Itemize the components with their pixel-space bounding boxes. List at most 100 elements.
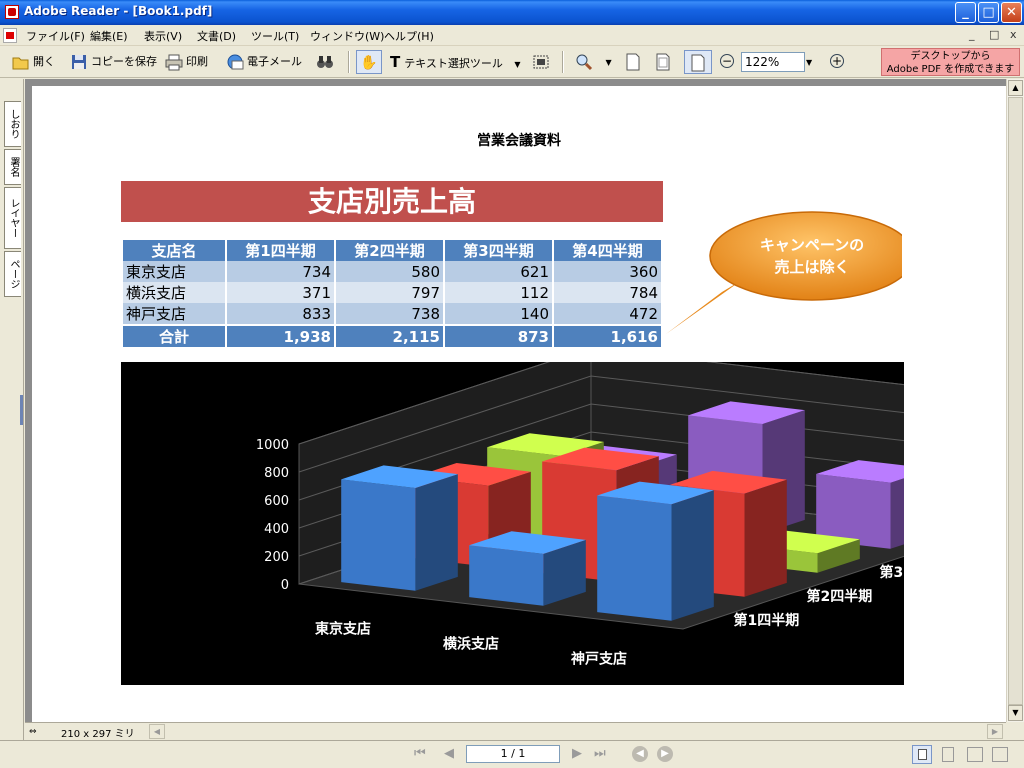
- next-page-icon[interactable]: ▶: [572, 746, 582, 761]
- scroll-left-arrow-icon[interactable]: ◀: [149, 724, 165, 739]
- go-forward-icon[interactable]: ▶: [657, 746, 673, 762]
- email-globe-icon: [227, 54, 244, 70]
- open-button[interactable]: 開く: [12, 50, 55, 74]
- value-cell: 360: [554, 261, 661, 282]
- app-window: Adobe Reader - [Book1.pdf] _ □ ✕ ファイル(F)…: [0, 0, 1024, 768]
- value-cell: 472: [554, 303, 661, 324]
- previous-page-icon[interactable]: ◀: [444, 746, 454, 761]
- menu-file[interactable]: ファイル(F): [26, 28, 85, 44]
- actual-size-button[interactable]: [624, 50, 645, 74]
- print-button[interactable]: 印刷: [165, 50, 208, 74]
- sales-table: 支店名 第1四半期 第2四半期 第3四半期 第4四半期 東京支店 734 580…: [121, 240, 663, 347]
- value-cell: 112: [445, 282, 552, 303]
- hand-tool-button[interactable]: ✋: [356, 50, 382, 74]
- binoculars-icon: [317, 56, 333, 68]
- menu-help[interactable]: ヘルプ(H): [384, 28, 434, 44]
- chevron-down-icon: ▼: [806, 58, 813, 67]
- adobe-reader-icon: [5, 5, 19, 19]
- tab-signatures[interactable]: 署名: [4, 149, 21, 185]
- callout-line1: キャンペーンの: [760, 236, 864, 254]
- email-button[interactable]: 電子メール: [226, 50, 302, 74]
- page-navigation-bar: ⏮ ◀ 1 / 1 ▶ ⏭ ◀ ▶: [0, 740, 1024, 768]
- go-back-icon[interactable]: ◀: [632, 746, 648, 762]
- print-label: 印刷: [186, 55, 208, 68]
- doc-close-button[interactable]: x: [1010, 28, 1017, 41]
- close-button[interactable]: ✕: [1001, 2, 1022, 23]
- fit-page-button[interactable]: [654, 50, 675, 74]
- pane-splitter-handle[interactable]: [20, 395, 23, 425]
- navigation-pane-tabs: しおり 署名 レイヤー ページ: [0, 79, 24, 740]
- scroll-right-arrow-icon[interactable]: ▶: [987, 724, 1003, 739]
- single-page-layout-icon[interactable]: [912, 745, 932, 764]
- menu-document[interactable]: 文書(D): [197, 28, 236, 44]
- toolbar-separator: [562, 51, 564, 73]
- value-cell: 833: [227, 303, 334, 324]
- sales-banner: 支店別売上高: [121, 181, 663, 222]
- tab-pages[interactable]: ページ: [4, 251, 21, 297]
- page-number-input[interactable]: 1 / 1: [466, 745, 560, 763]
- series-label: 第3四半期: [880, 564, 905, 581]
- menu-edit[interactable]: 編集(E): [90, 28, 128, 44]
- zoom-in-button[interactable]: +: [830, 50, 844, 74]
- title-bar: Adobe Reader - [Book1.pdf] _ □ ✕: [0, 0, 1024, 25]
- continuous-facing-layout-icon[interactable]: [992, 747, 1008, 762]
- actual-size-page-icon: [626, 53, 640, 71]
- vertical-scrollbar[interactable]: ▲ ▼: [1006, 79, 1024, 722]
- callout-bubble: [709, 211, 902, 301]
- doc-minimize-button[interactable]: _: [969, 28, 975, 41]
- email-label: 電子メール: [247, 55, 302, 68]
- last-page-icon[interactable]: ⏭: [594, 746, 606, 761]
- folder-open-icon: [12, 57, 29, 70]
- document-view[interactable]: 営業会議資料 支店別売上高 支店名 第1四半期 第2四半期 第3四半期 第4四半…: [25, 79, 1006, 722]
- menu-view[interactable]: 表示(V): [144, 28, 182, 44]
- total-cell: 1,938: [227, 326, 334, 347]
- save-copy-button[interactable]: コピーを保存: [70, 50, 157, 74]
- minimize-button[interactable]: _: [955, 2, 976, 23]
- table-header: 第1四半期: [227, 240, 334, 261]
- promo-line1: デスクトップから: [910, 51, 991, 62]
- facing-layout-icon[interactable]: [967, 747, 983, 762]
- series-label: 第2四半期: [807, 588, 873, 605]
- y-tick-label: 200: [264, 550, 289, 565]
- y-tick-label: 600: [264, 494, 289, 509]
- split-handle-icon[interactable]: ⇔: [29, 726, 41, 738]
- callout-line2: 売上は除く: [774, 258, 849, 276]
- category-label: 東京支店: [315, 621, 371, 638]
- total-cell: 2,115: [336, 326, 443, 347]
- value-cell: 734: [227, 261, 334, 282]
- camera-icon: [533, 55, 549, 69]
- first-page-icon[interactable]: ⏮: [414, 746, 426, 761]
- zoom-out-button[interactable]: −: [720, 50, 734, 74]
- chevron-down-icon: ▼: [605, 58, 612, 67]
- table-header: 第4四半期: [554, 240, 661, 261]
- scroll-up-arrow-icon[interactable]: ▲: [1008, 80, 1023, 96]
- zoom-level-input[interactable]: 122%: [741, 52, 805, 72]
- branch-cell: 東京支店: [123, 261, 225, 282]
- scroll-thumb[interactable]: [1008, 97, 1023, 705]
- tab-bookmarks[interactable]: しおり: [4, 101, 21, 147]
- page-size-label: 210 x 297 ミリ: [61, 729, 135, 740]
- continuous-layout-icon[interactable]: [942, 747, 954, 762]
- branch-cell: 神戸支店: [123, 303, 225, 324]
- value-cell: 784: [554, 282, 661, 303]
- table-header: 支店名: [123, 240, 225, 261]
- table-row: 横浜支店 371 797 112 784: [123, 282, 661, 303]
- menu-bar: ファイル(F) 編集(E) 表示(V) 文書(D) ツール(T) ウィンドウ(W…: [0, 25, 1024, 46]
- fit-width-button[interactable]: [684, 50, 712, 74]
- doc-restore-button[interactable]: □: [989, 28, 999, 41]
- toolbar-separator: [348, 51, 350, 73]
- create-pdf-promo-button[interactable]: デスクトップから Adobe PDF を作成できます: [881, 48, 1020, 76]
- scroll-down-arrow-icon[interactable]: ▼: [1008, 705, 1023, 721]
- branch-cell: 横浜支店: [123, 282, 225, 303]
- pdf-document-icon: [3, 28, 17, 43]
- printer-icon: [165, 54, 183, 71]
- maximize-button[interactable]: □: [978, 2, 999, 23]
- tab-layers[interactable]: レイヤー: [4, 187, 21, 249]
- menu-window[interactable]: ウィンドウ(W): [310, 28, 384, 44]
- text-select-tool-button[interactable]: T テキスト選択ツール ▼: [390, 50, 521, 74]
- snapshot-button[interactable]: [532, 50, 553, 74]
- search-button[interactable]: [316, 50, 337, 74]
- menu-tools[interactable]: ツール(T): [251, 28, 299, 44]
- zoom-in-tool-button[interactable]: ▼: [575, 50, 612, 74]
- zoom-dropdown-button[interactable]: ▼: [806, 50, 812, 74]
